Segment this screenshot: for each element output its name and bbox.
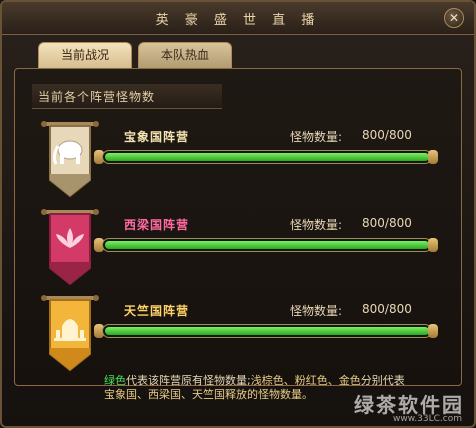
monster-count-value: 800/800 xyxy=(362,128,412,142)
monster-count-label: 怪物数量: xyxy=(290,130,343,144)
palace-banner-icon xyxy=(41,295,99,372)
elephant-banner-icon xyxy=(41,121,99,198)
monster-progress-fill xyxy=(105,153,429,161)
monster-progress-fill xyxy=(105,327,429,335)
monster-progress-bar xyxy=(102,238,432,252)
faction-row: 宝象国阵营 怪物数量: 800/800 xyxy=(40,118,440,202)
section-header: 当前各个阵营怪物数 xyxy=(32,84,222,109)
faction-row: 西梁国阵营 怪物数量: 800/800 xyxy=(40,206,440,290)
monster-count-label: 怪物数量: xyxy=(290,218,343,232)
faction-name: 宝象国阵营 xyxy=(124,130,190,144)
monster-count-label: 怪物数量: xyxy=(290,304,343,318)
monster-progress-fill xyxy=(105,241,429,249)
legend-text-2: 分别代表 xyxy=(360,374,405,387)
game-window: 英 豪 盛 世 直 播 ✕ 当前战况 本队热血 当前各个阵营怪物数 宝象国阵营 … xyxy=(0,0,476,428)
bar-right-cap xyxy=(428,238,438,252)
title-bar: 英 豪 盛 世 直 播 ✕ xyxy=(2,2,474,35)
section-title: 当前各个阵营怪物数 xyxy=(38,90,156,104)
bar-right-cap xyxy=(428,150,438,164)
legend-green-word: 绿色 xyxy=(104,374,126,387)
monster-progress-bar xyxy=(102,324,432,338)
monster-progress-bar xyxy=(102,150,432,164)
watermark-url: www.33LC.com xyxy=(393,414,462,424)
lotus-banner-icon xyxy=(41,209,99,286)
monster-count-value: 800/800 xyxy=(362,302,412,316)
faction-name: 天竺国阵营 xyxy=(124,304,190,318)
close-icon: ✕ xyxy=(448,11,460,25)
bar-right-cap xyxy=(428,324,438,338)
legend-colors: 浅棕色、粉红色、金色 xyxy=(250,374,361,387)
faction-name: 西梁国阵营 xyxy=(124,218,190,232)
close-button[interactable]: ✕ xyxy=(444,8,464,28)
legend-text: 代表该阵营原有怪物数量; xyxy=(126,374,251,387)
monster-count-value: 800/800 xyxy=(362,216,412,230)
faction-row: 天竺国阵营 怪物数量: 800/800 xyxy=(40,292,440,376)
window-title: 英 豪 盛 世 直 播 xyxy=(155,13,321,28)
tab-team-blood[interactable]: 本队热血 xyxy=(138,42,232,68)
tab-current-battle[interactable]: 当前战况 xyxy=(38,42,132,68)
